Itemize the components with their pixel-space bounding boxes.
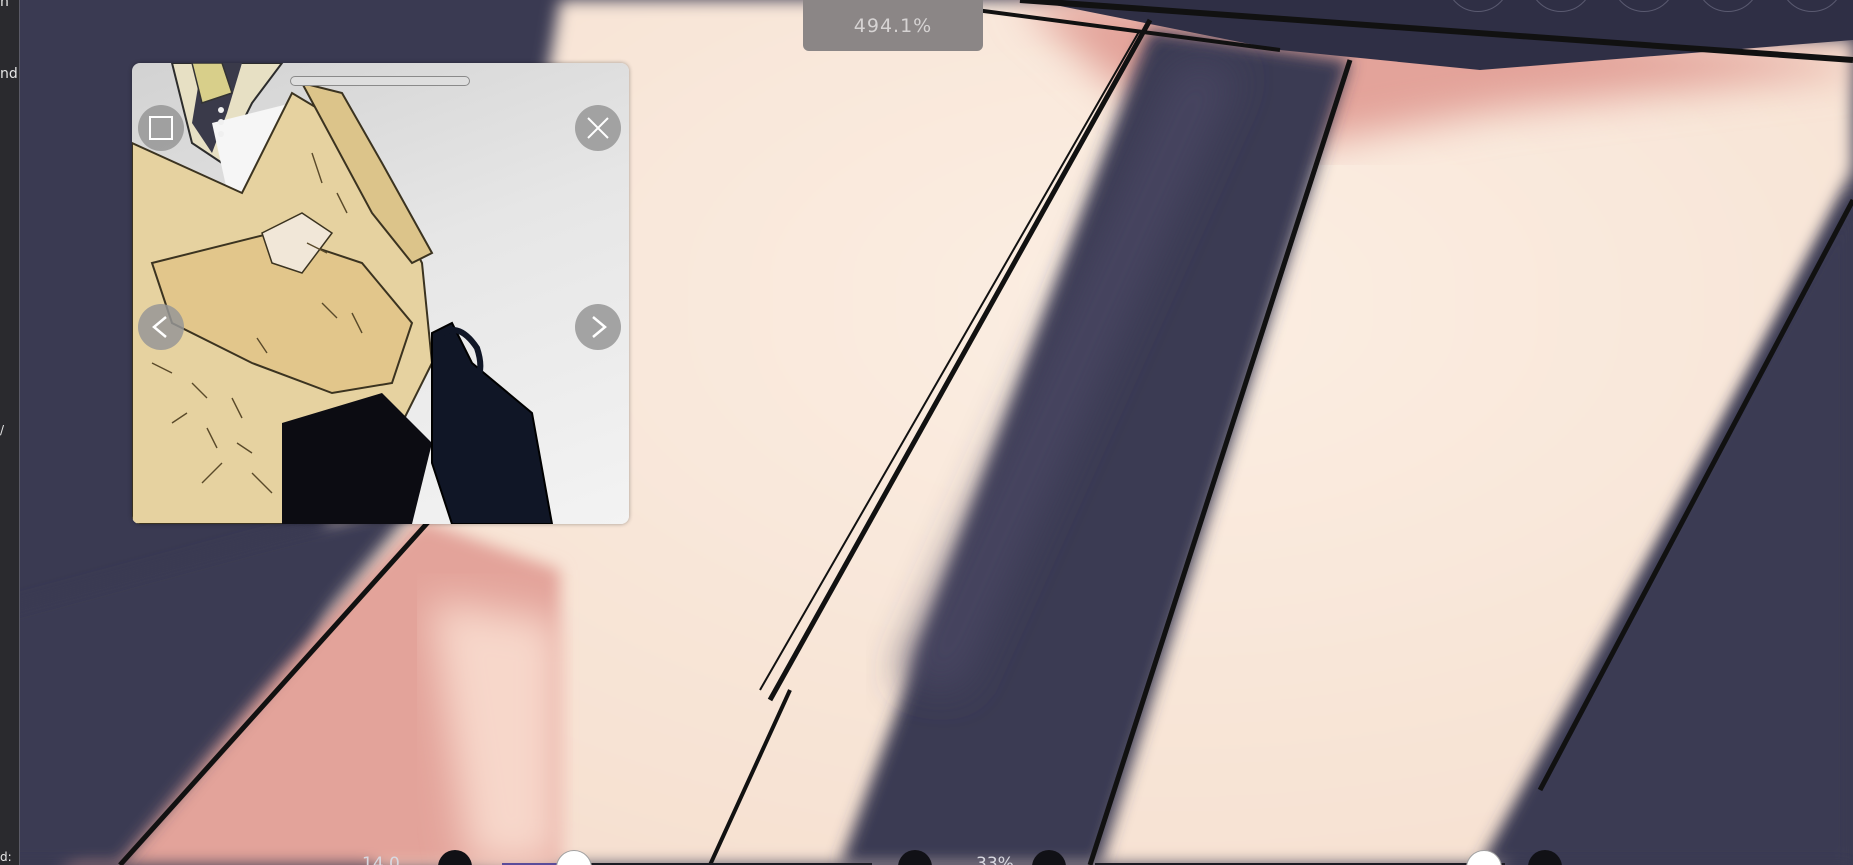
more-vertical-icon[interactable] (218, 107, 226, 143)
left-panel-label-1: n (0, 0, 9, 10)
left-panel-label-3: / (0, 423, 5, 437)
chevron-right-icon (592, 316, 607, 338)
zoom-level-indicator: 494.1% (803, 0, 983, 51)
zoom-level-text: 494.1% (853, 14, 933, 37)
reference-drag-handle[interactable] (290, 76, 470, 86)
brush-size-value: 14.0 (362, 854, 400, 865)
left-panel-strip[interactable]: n nd / d: (0, 0, 20, 865)
chevron-left-icon (152, 316, 167, 338)
left-panel-label-4: d: (0, 850, 12, 864)
reference-image-window[interactable] (132, 63, 629, 524)
reference-close-button[interactable] (575, 105, 621, 151)
reference-next-button[interactable] (575, 304, 621, 350)
reference-frame-button[interactable] (138, 105, 184, 151)
square-icon (149, 116, 173, 140)
left-panel-label-2: nd (0, 66, 18, 82)
reference-image (132, 63, 554, 524)
drawing-canvas[interactable]: 494.1% n nd / d: 14.0 33% (0, 0, 1853, 865)
opacity-value: 33% (976, 854, 1014, 865)
close-icon (587, 117, 609, 139)
reference-prev-button[interactable] (138, 304, 184, 350)
